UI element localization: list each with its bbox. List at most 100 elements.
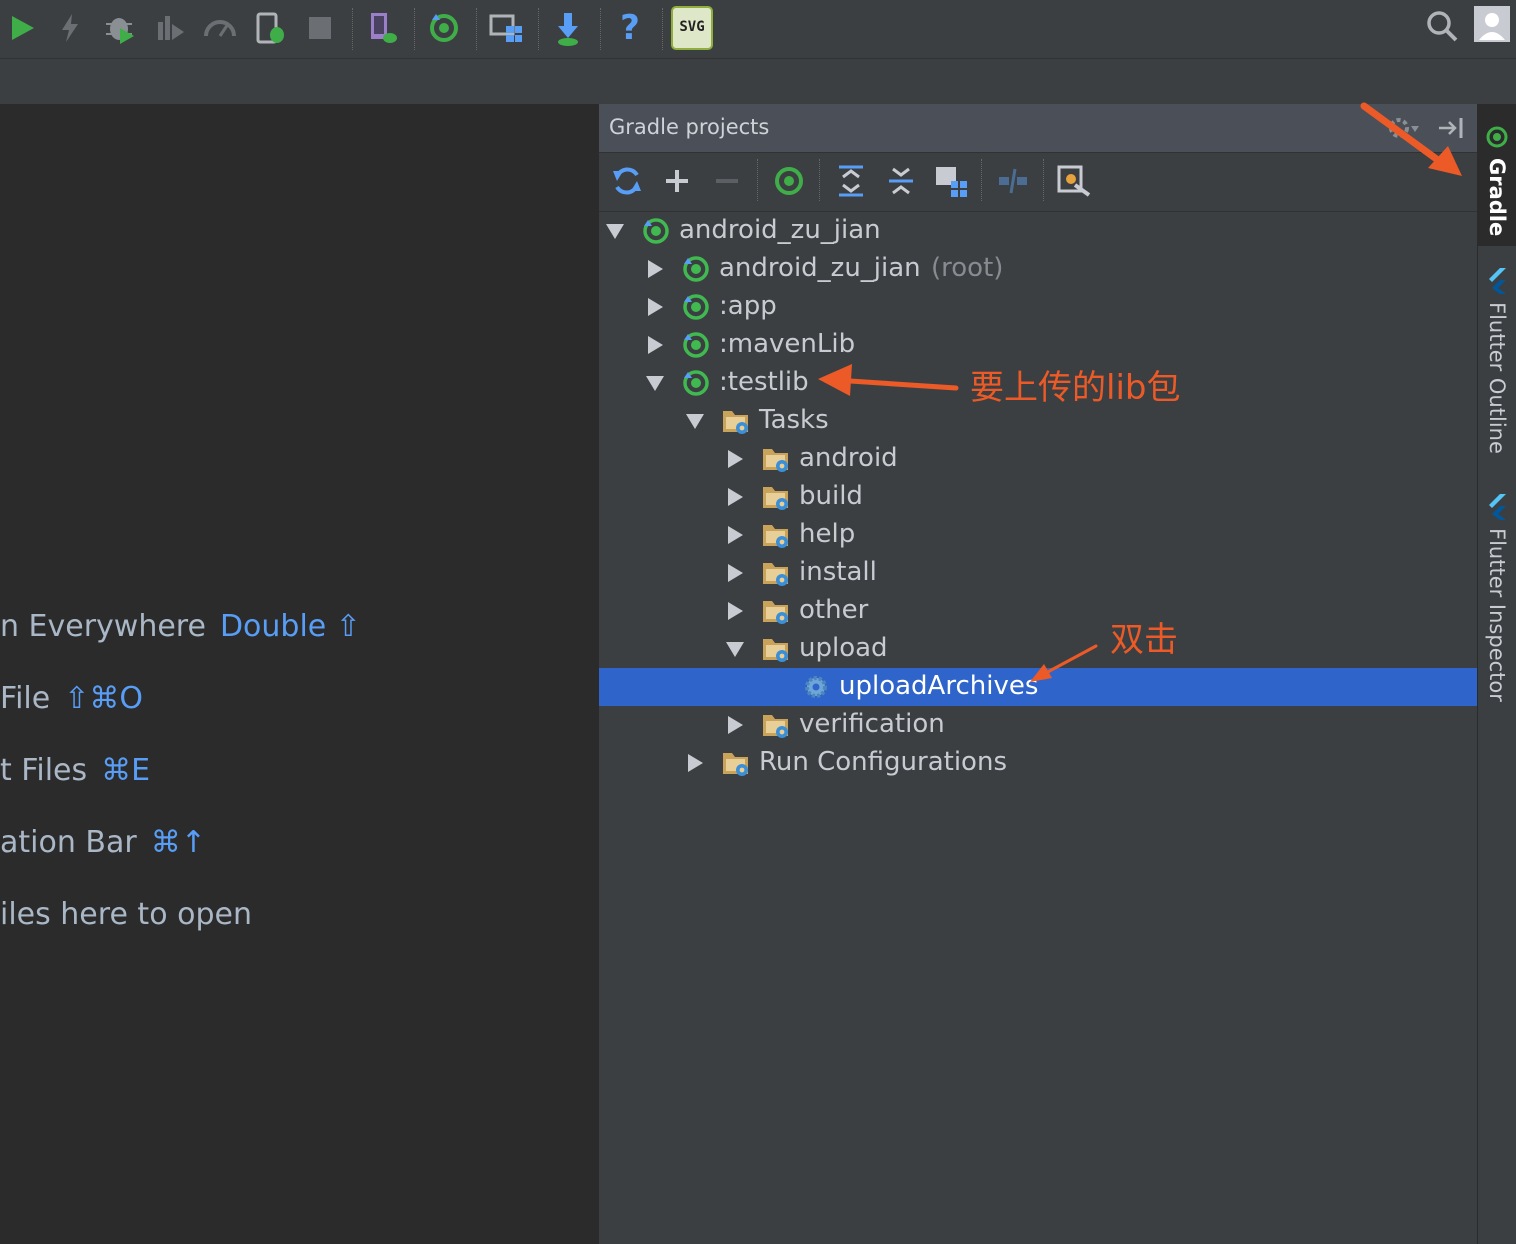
collapsed-arrow-icon[interactable] <box>685 753 705 773</box>
group-icon[interactable] <box>933 163 969 199</box>
editor-empty-area: n Everywhere Double ⇧ File ⇧⌘O t Files ⌘E a… <box>0 104 598 1244</box>
search-icon[interactable] <box>1424 8 1460 44</box>
tree-node-label: Run Configurations <box>759 747 1007 777</box>
device-debug-icon[interactable] <box>252 10 288 46</box>
tree-row-folder[interactable]: help <box>599 516 1478 554</box>
hint-recent-files: t Files ⌘E <box>0 753 150 788</box>
hint-label: t Files <box>0 753 88 788</box>
gradle-project-icon <box>683 256 709 282</box>
profile-icon[interactable] <box>152 10 188 46</box>
settings-icon[interactable] <box>1057 163 1093 199</box>
collapsed-arrow-icon[interactable] <box>645 259 665 279</box>
collapsed-arrow-icon[interactable] <box>645 335 665 355</box>
gradle-project-icon <box>683 294 709 320</box>
tree-node-suffix: (root) <box>931 253 1004 283</box>
hint-shortcut: ⌘↑ <box>150 825 206 860</box>
task-folder-icon <box>723 411 748 434</box>
tree-row-folder[interactable]: verification <box>599 706 1478 744</box>
tree-node-label: help <box>799 519 856 549</box>
task-folder-icon <box>763 601 788 624</box>
main-toolbar: ? SVG <box>0 0 1516 58</box>
task-folder-icon <box>763 715 788 738</box>
stripe-label: Flutter Outline <box>1485 302 1509 454</box>
collapsed-arrow-icon[interactable] <box>725 525 745 545</box>
stop-icon[interactable] <box>302 10 338 46</box>
collapsed-arrow-icon[interactable] <box>725 715 745 735</box>
tree-row-project[interactable]: :app <box>599 288 1478 326</box>
stripe-tab-gradle[interactable]: Gradle <box>1478 104 1516 246</box>
expanded-arrow-icon[interactable] <box>645 373 665 393</box>
project-structure-icon[interactable] <box>488 10 524 46</box>
right-tool-stripe: Gradle Flutter Outline Flutter Inspector <box>1477 104 1516 1244</box>
hide-panel-icon[interactable] <box>1437 114 1465 142</box>
tree-row-folder[interactable]: build <box>599 478 1478 516</box>
collapsed-arrow-icon[interactable] <box>725 601 745 621</box>
expanded-arrow-icon[interactable] <box>725 639 745 659</box>
execute-task-icon[interactable] <box>771 163 807 199</box>
tree-node-label: uploadArchives <box>839 671 1039 701</box>
expanded-arrow-icon[interactable] <box>685 411 705 431</box>
hint-shortcut: ⌘E <box>101 753 151 788</box>
task-folder-icon <box>763 449 788 472</box>
tree-node-label: verification <box>799 709 945 739</box>
collapsed-arrow-icon[interactable] <box>725 563 745 583</box>
task-folder-icon <box>763 639 788 662</box>
tree-node-label: Tasks <box>759 405 829 435</box>
tree-row-task[interactable]: uploadArchives <box>599 668 1478 706</box>
tree-row-folder[interactable]: android <box>599 440 1478 478</box>
tree-row-folder[interactable]: other <box>599 592 1478 630</box>
tree-node-label: install <box>799 557 877 587</box>
debug-icon[interactable] <box>102 10 138 46</box>
panel-settings-icon[interactable] <box>1385 114 1421 142</box>
hint-label: ation Bar <box>0 825 137 860</box>
tree-node-label: build <box>799 481 863 511</box>
stripe-tab-flutter-inspector[interactable]: Flutter Inspector <box>1478 490 1516 710</box>
tree-node-label: upload <box>799 633 888 663</box>
hint-search-everywhere: n Everywhere Double ⇧ <box>0 609 361 644</box>
collapsed-arrow-icon[interactable] <box>645 297 665 317</box>
attach-debugger-icon[interactable] <box>202 10 238 46</box>
tree-row-project[interactable]: android_zu_jian (root) <box>599 250 1478 288</box>
hint-shortcut: Double ⇧ <box>219 609 361 644</box>
refresh-icon[interactable] <box>609 163 645 199</box>
hint-label: n Everywhere <box>0 609 206 644</box>
tree-node-label: :testlib <box>719 367 809 397</box>
toggle-offline-icon[interactable] <box>995 163 1031 199</box>
collapsed-arrow-icon[interactable] <box>725 487 745 507</box>
tree-row-folder[interactable]: install <box>599 554 1478 592</box>
avd-manager-icon[interactable] <box>364 10 400 46</box>
collapsed-arrow-icon[interactable] <box>725 449 745 469</box>
remove-icon[interactable] <box>709 163 745 199</box>
add-icon[interactable] <box>659 163 695 199</box>
flutter-icon <box>1489 268 1506 294</box>
task-folder-icon <box>763 487 788 510</box>
expanded-arrow-icon[interactable] <box>605 221 625 241</box>
sdk-manager-icon[interactable] <box>550 10 586 46</box>
navigation-bar <box>0 58 1516 105</box>
svg-badge-text: SVG <box>679 19 705 35</box>
panel-header: Gradle projects <box>599 104 1478 153</box>
gradle-project-icon <box>643 218 669 244</box>
tree-row-folder[interactable]: Run Configurations <box>599 744 1478 782</box>
tree-node-label: :app <box>719 291 777 321</box>
user-avatar-icon[interactable] <box>1474 6 1510 42</box>
annotation-double-click: 双击 <box>1110 620 1178 660</box>
gradle-sync-icon[interactable] <box>426 10 462 46</box>
collapse-all-icon[interactable] <box>883 163 919 199</box>
stripe-label: Flutter Inspector <box>1485 528 1509 702</box>
tree-row-project[interactable]: android_zu_jian <box>599 212 1478 250</box>
gradle-project-icon <box>683 370 709 396</box>
tree-row-project[interactable]: :mavenLib <box>599 326 1478 364</box>
tree-row-folder[interactable]: upload <box>599 630 1478 668</box>
run-icon[interactable] <box>4 10 40 46</box>
help-icon[interactable]: ? <box>612 10 648 46</box>
hint-shortcut: ⇧⌘O <box>64 681 143 716</box>
apply-changes-icon[interactable] <box>52 10 88 46</box>
stripe-tab-flutter-outline[interactable]: Flutter Outline <box>1478 264 1516 464</box>
expand-all-icon[interactable] <box>833 163 869 199</box>
svg-plugin-icon[interactable]: SVG <box>671 6 713 50</box>
hint-label: File <box>0 681 51 716</box>
panel-toolbar <box>599 153 1478 212</box>
tree-node-label: :mavenLib <box>719 329 856 359</box>
hint-drop-files: iles here to open <box>0 897 252 932</box>
